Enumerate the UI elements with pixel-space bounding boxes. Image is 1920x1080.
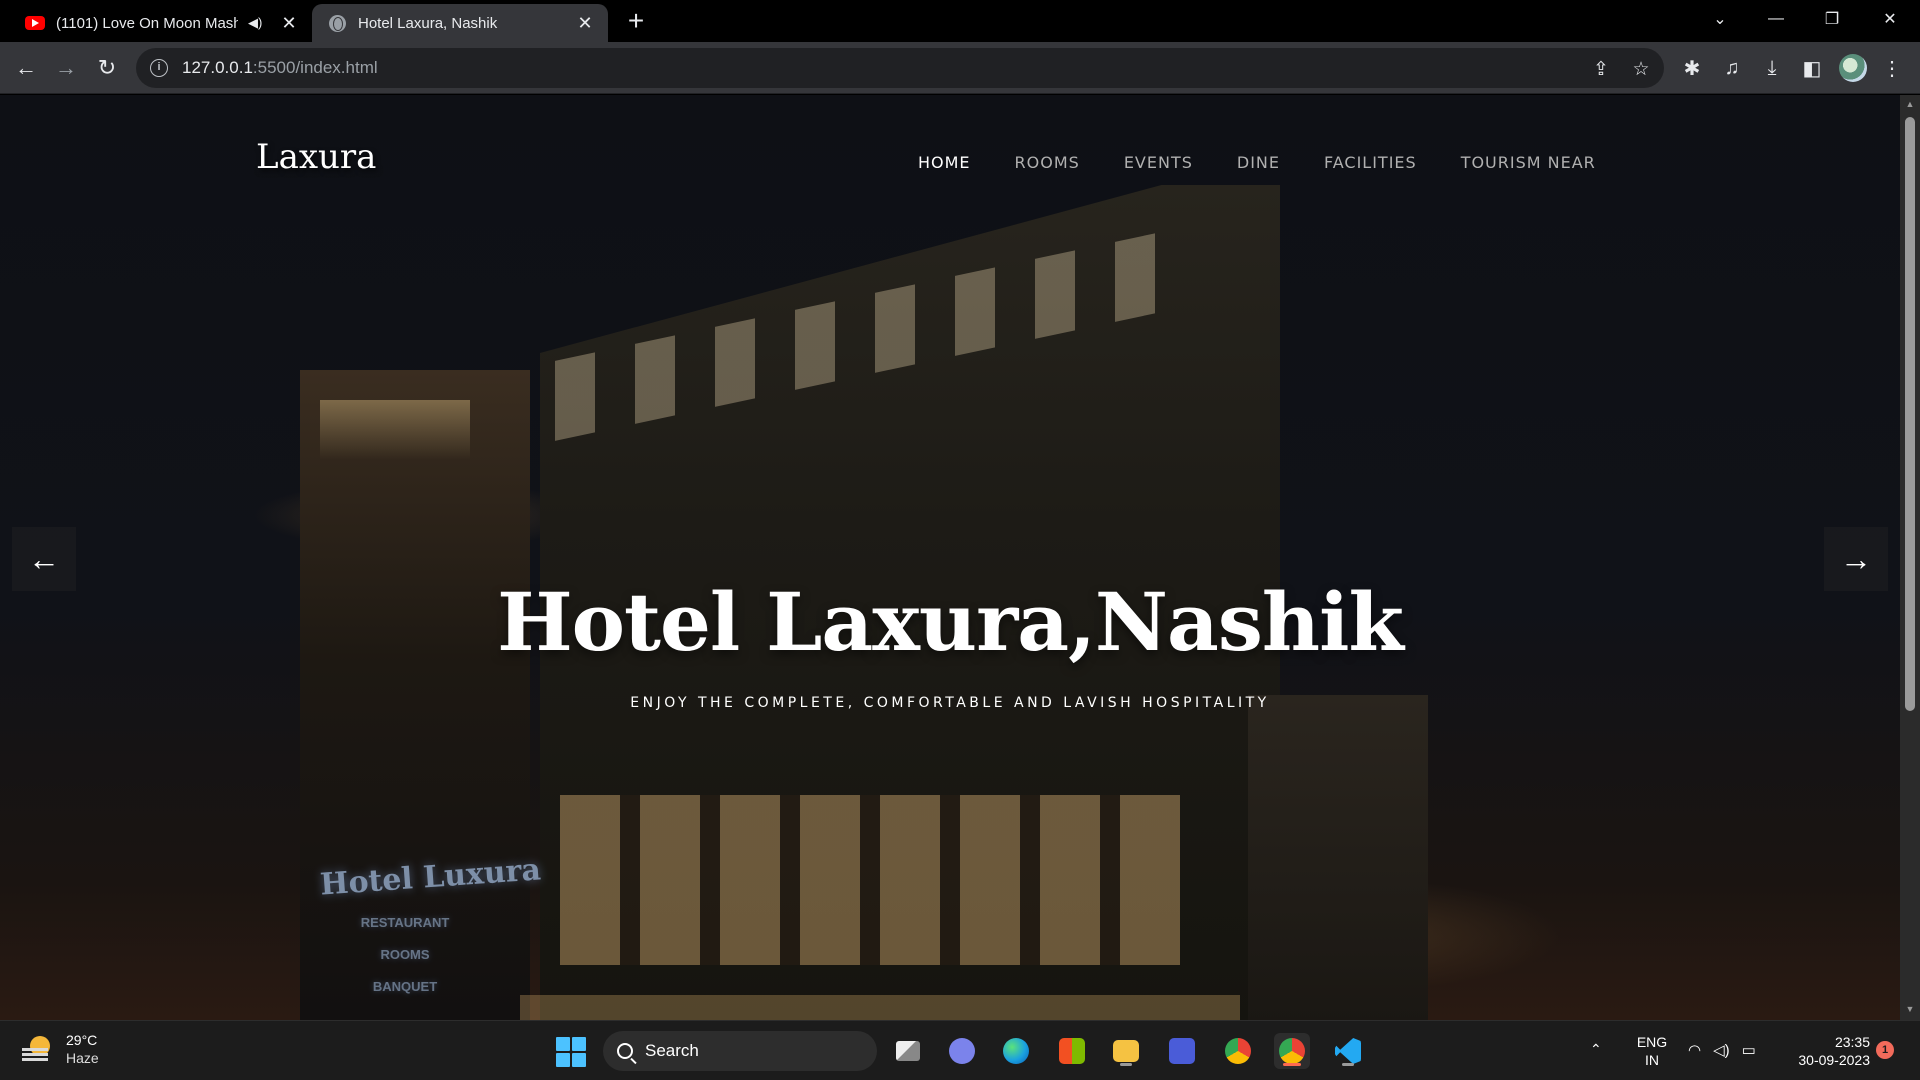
scroll-up-icon[interactable]: ▲ (1904, 99, 1916, 111)
taskbar-search[interactable]: Search (603, 1031, 877, 1071)
weather-condition: Haze (66, 1050, 99, 1066)
app-icon[interactable] (1164, 1033, 1200, 1069)
arrow-right-icon: → (1840, 540, 1872, 577)
clock[interactable]: 23:35 30-09-2023 (1780, 1033, 1870, 1069)
search-label: Search (645, 1041, 699, 1060)
nav-facilities[interactable]: FACILITIES (1324, 153, 1417, 172)
search-icon (617, 1043, 633, 1059)
url-path: :5500/index.html (252, 58, 378, 77)
haze-weather-icon (22, 1036, 54, 1062)
hero-building-right (1248, 695, 1428, 1020)
nav-tourism-near[interactable]: TOURISM NEAR (1461, 153, 1596, 172)
weather-widget[interactable]: 29°C Haze (22, 1031, 99, 1067)
site-logo[interactable]: Laxura (256, 137, 376, 177)
close-window-button[interactable]: ✕ (1862, 0, 1918, 38)
wifi-icon[interactable]: ◠ (1688, 1041, 1701, 1059)
building-sign-line: ROOMS (380, 947, 430, 962)
page-viewport: Hotel Luxura RESTAURANT ROOMS BANQUET La… (0, 95, 1900, 1020)
side-panel-icon[interactable]: ◧ (1796, 52, 1828, 84)
url-host: 127.0.0.1 (182, 58, 253, 77)
tab-title: Hotel Laxura, Nashik (358, 14, 498, 32)
youtube-icon (24, 12, 46, 34)
globe-icon (326, 12, 348, 34)
site-info-icon[interactable]: i (150, 59, 168, 77)
menu-kebab-icon[interactable]: ⋮ (1876, 52, 1908, 84)
battery-icon[interactable]: ▭ (1742, 1041, 1756, 1059)
extensions-icon[interactable]: ✱ (1676, 52, 1708, 84)
tray-overflow-chevron-icon[interactable]: ⌃ (1590, 1041, 1602, 1058)
profile-avatar[interactable] (1839, 54, 1867, 82)
page-scrollbar[interactable]: ▲ ▼ (1900, 95, 1920, 1020)
chrome-profile-icon[interactable] (1274, 1033, 1310, 1069)
nav-events[interactable]: EVENTS (1124, 153, 1193, 172)
file-explorer-icon[interactable] (1108, 1033, 1144, 1069)
forward-button[interactable]: → (50, 52, 82, 84)
browser-toolbar: ← → ↻ i 127.0.0.1:5500/index.html ⇪ ☆ ✱ … (0, 42, 1920, 94)
back-button[interactable]: ← (10, 52, 42, 84)
nav-dine[interactable]: DINE (1237, 153, 1280, 172)
nav-home[interactable]: HOME (918, 153, 971, 172)
hero-subtitle: ENJOY THE COMPLETE, COMFORTABLE AND LAVI… (630, 695, 1270, 711)
minimize-button[interactable]: — (1748, 0, 1804, 38)
speaker-icon[interactable]: ◀) (248, 15, 268, 31)
close-tab-icon[interactable]: ✕ (278, 12, 300, 34)
nav-rooms[interactable]: ROOMS (1015, 153, 1080, 172)
chrome-icon[interactable] (1220, 1033, 1256, 1069)
reload-button[interactable]: ↻ (91, 52, 123, 84)
windows-taskbar: 29°C Haze Search ⌃ ENG IN ◠ ◁) ▭ 23:35 3… (0, 1020, 1920, 1080)
tab-title: (1101) Love On Moon Mash (56, 14, 238, 32)
building-sign-line: BANQUET (372, 979, 438, 994)
volume-icon[interactable]: ◁) (1713, 1041, 1730, 1059)
system-tray[interactable]: ◠ ◁) ▭ (1688, 1041, 1756, 1059)
notification-badge[interactable]: 1 (1876, 1041, 1894, 1059)
media-control-icon[interactable]: ♫ (1716, 52, 1748, 84)
vscode-icon[interactable] (1330, 1033, 1366, 1069)
new-tab-button[interactable]: + (622, 7, 650, 36)
building-sign-line: RESTAURANT (360, 915, 450, 930)
share-icon[interactable]: ⇪ (1588, 56, 1614, 82)
arrow-left-icon: ← (28, 540, 60, 577)
main-nav: HOME ROOMS EVENTS DINE FACILITIES TOURIS… (918, 153, 1640, 172)
time: 23:35 (1834, 1034, 1870, 1050)
edge-browser-icon[interactable] (998, 1033, 1034, 1069)
windows-start-icon[interactable] (556, 1037, 586, 1067)
browser-titlebar: (1101) Love On Moon Mash ◀) ✕ Hotel Laxu… (0, 0, 1920, 42)
restore-button[interactable]: ❐ (1804, 0, 1860, 38)
address-bar[interactable]: i 127.0.0.1:5500/index.html ⇪ ☆ (136, 48, 1664, 88)
tab-hotel-laxura[interactable]: Hotel Laxura, Nashik ✕ (312, 4, 608, 42)
tab-youtube[interactable]: (1101) Love On Moon Mash ◀) ✕ (12, 4, 310, 42)
download-icon[interactable]: ⤓ (1756, 52, 1788, 84)
scroll-down-icon[interactable]: ▼ (1904, 1004, 1916, 1016)
tab-search-chevron-icon[interactable]: ⌄ (1692, 0, 1748, 38)
weather-temp: 29°C (66, 1032, 98, 1048)
hero-title: Hotel Laxura,Nashik (497, 575, 1404, 669)
language-indicator[interactable]: ENG IN (1632, 1033, 1672, 1069)
scrollbar-thumb[interactable] (1905, 117, 1915, 711)
close-tab-icon[interactable]: ✕ (574, 12, 596, 34)
teams-chat-icon[interactable] (944, 1033, 980, 1069)
bookmark-star-icon[interactable]: ☆ (1628, 56, 1654, 82)
microsoft-store-icon[interactable] (1054, 1033, 1090, 1069)
date: 30-09-2023 (1798, 1052, 1870, 1068)
task-view-icon[interactable] (890, 1033, 926, 1069)
